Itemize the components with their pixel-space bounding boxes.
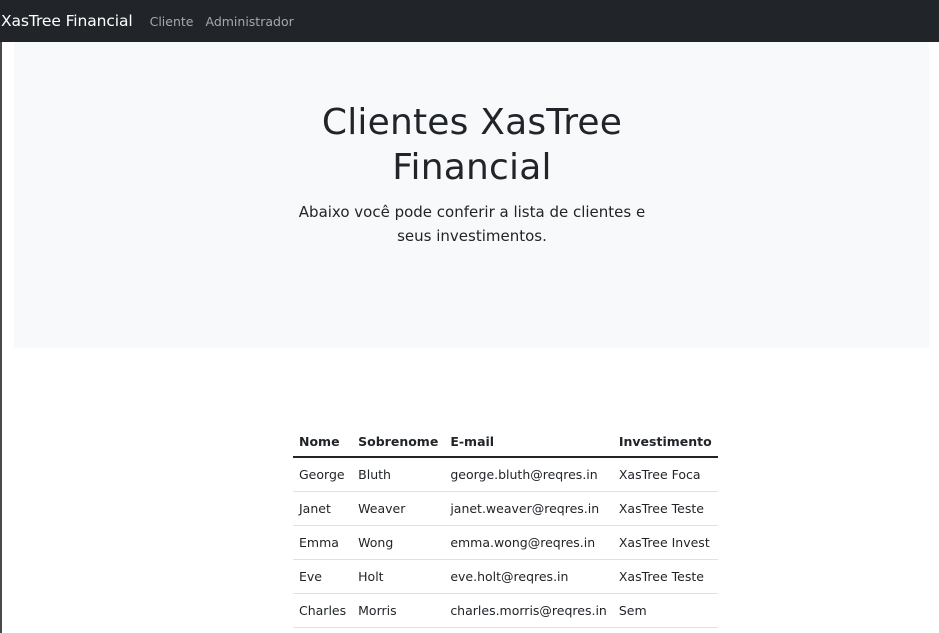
- cell-sobrenome: Bluth: [352, 457, 445, 492]
- hero: Clientes XasTree Financial Abaixo você p…: [286, 100, 658, 248]
- cell-nome: Eve: [293, 559, 353, 594]
- cell-sobrenome: Wong: [352, 525, 445, 560]
- nav-link-cliente[interactable]: Cliente: [150, 14, 194, 29]
- clients-table-container: Nome Sobrenome E-mail Investimento Georg…: [293, 426, 718, 628]
- nav-link-administrador[interactable]: Administrador: [205, 14, 293, 29]
- cell-email: janet.weaver@reqres.in: [444, 491, 613, 526]
- cell-nome: George: [293, 457, 353, 492]
- column-header-investimento: Investimento: [612, 426, 718, 458]
- column-header-email: E-mail: [444, 426, 613, 458]
- cell-nome: Janet: [293, 491, 353, 526]
- page-title: Clientes XasTree Financial: [321, 102, 623, 188]
- cell-nome: Charles: [293, 593, 353, 628]
- cell-email: emma.wong@reqres.in: [444, 525, 613, 560]
- cell-email: charles.morris@reqres.in: [444, 593, 613, 628]
- clients-table: Nome Sobrenome E-mail Investimento Georg…: [293, 426, 718, 628]
- table-row: Emma Wong emma.wong@reqres.in XasTree In…: [293, 525, 718, 560]
- cell-investimento: XasTree Teste: [612, 559, 718, 594]
- table-row: Janet Weaver janet.weaver@reqres.in XasT…: [293, 491, 718, 526]
- cell-investimento: XasTree Invest: [612, 525, 718, 560]
- hero-lead: Abaixo você pode conferir a lista de cli…: [298, 203, 646, 245]
- cell-email: george.bluth@reqres.in: [444, 457, 613, 492]
- cell-sobrenome: Morris: [352, 593, 445, 628]
- table-row: Charles Morris charles.morris@reqres.in …: [293, 593, 718, 628]
- column-header-sobrenome: Sobrenome: [352, 426, 445, 458]
- left-border: [0, 42, 2, 633]
- column-header-nome: Nome: [293, 426, 353, 458]
- navbar-brand[interactable]: XasTree Financial: [1, 12, 133, 30]
- table-row: Eve Holt eve.holt@reqres.in XasTree Test…: [293, 559, 718, 594]
- table-header-row: Nome Sobrenome E-mail Investimento: [293, 426, 718, 458]
- navbar: XasTree Financial Cliente Administrador: [0, 0, 939, 42]
- cell-sobrenome: Weaver: [352, 491, 445, 526]
- cell-nome: Emma: [293, 525, 353, 560]
- cell-email: eve.holt@reqres.in: [444, 559, 613, 594]
- cell-investimento: XasTree Teste: [612, 491, 718, 526]
- cell-investimento: XasTree Foca: [612, 457, 718, 492]
- cell-investimento: Sem: [612, 593, 718, 628]
- cell-sobrenome: Holt: [352, 559, 445, 594]
- table-row: George Bluth george.bluth@reqres.in XasT…: [293, 457, 718, 492]
